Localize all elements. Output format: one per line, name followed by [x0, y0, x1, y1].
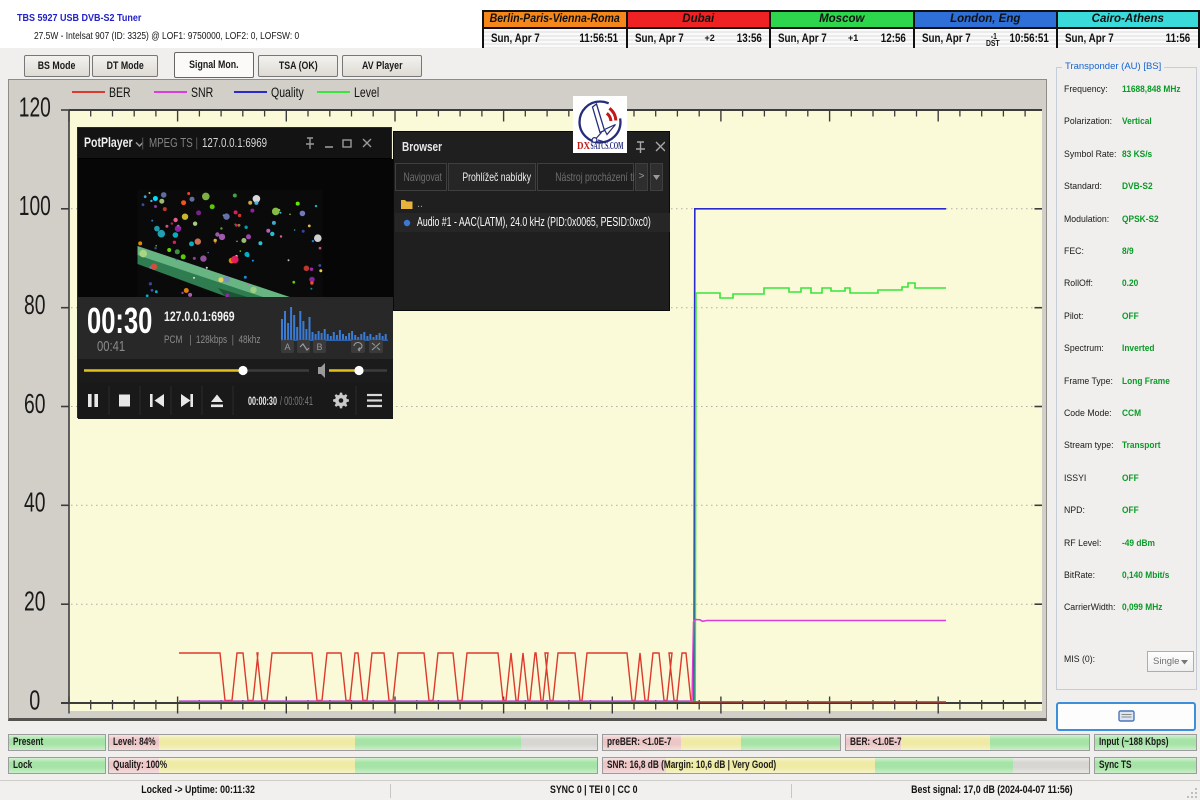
svg-text:0: 0	[29, 684, 40, 715]
svg-text:B: B	[317, 342, 323, 352]
svg-text:SATCS.COM: SATCS.COM	[591, 141, 624, 152]
svg-text:40: 40	[24, 487, 46, 518]
svg-text:60: 60	[24, 388, 46, 419]
svg-text:100: 100	[19, 190, 51, 221]
svg-text:DX: DX	[577, 141, 590, 152]
svg-text:/ 00:00:41: / 00:00:41	[280, 396, 313, 408]
svg-text:120: 120	[19, 91, 51, 122]
svg-text:20: 20	[24, 586, 46, 617]
svg-text:80: 80	[24, 289, 46, 320]
svg-text:00:00:30: 00:00:30	[248, 396, 277, 408]
svg-text:A: A	[285, 342, 291, 352]
